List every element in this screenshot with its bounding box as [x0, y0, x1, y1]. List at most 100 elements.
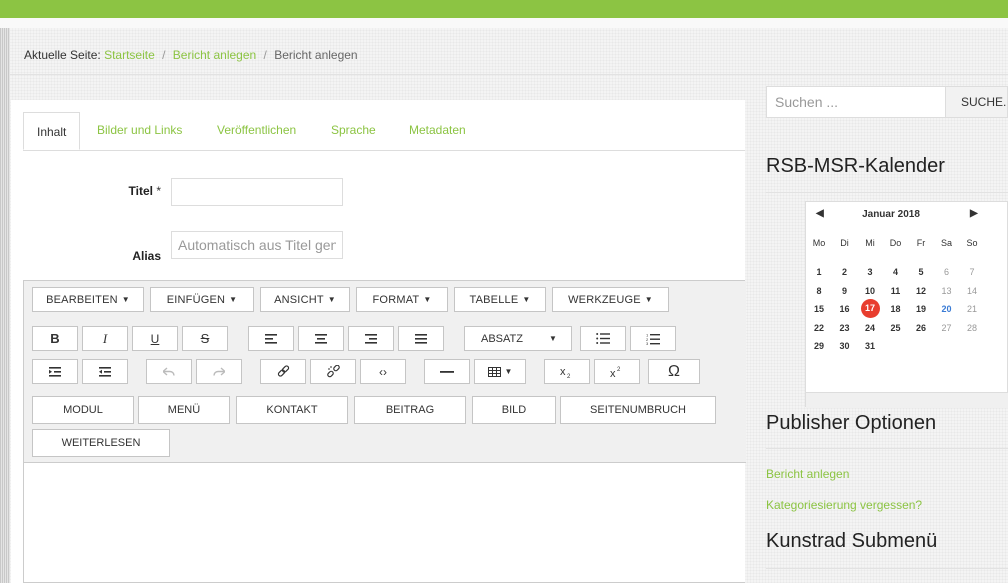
calendar-title: RSB-MSR-Kalender — [766, 155, 945, 177]
kontakt-button[interactable]: KONTAKT — [236, 396, 348, 424]
calendar-day[interactable]: 4 — [883, 267, 909, 277]
undo-icon[interactable] — [146, 359, 192, 384]
breadcrumb-link-home[interactable]: Startseite — [104, 48, 155, 62]
calendar-day[interactable]: 11 — [883, 286, 909, 296]
menu-format[interactable]: FORMAT ▼ — [356, 287, 448, 312]
calendar-day[interactable]: 7 — [959, 267, 985, 277]
caret-down-icon: ▼ — [423, 295, 432, 304]
alias-input[interactable] — [171, 231, 343, 259]
left-border — [0, 28, 10, 583]
link-icon[interactable] — [260, 359, 306, 384]
title-input[interactable] — [171, 178, 343, 206]
underline-icon[interactable]: U — [132, 326, 178, 351]
tab-sprache[interactable]: Sprache — [331, 123, 376, 137]
calendar-day[interactable]: 6 — [934, 267, 960, 277]
calendar-day[interactable]: 2 — [832, 267, 858, 277]
seitenumbruch-button[interactable]: SEITENUMBRUCH — [560, 396, 716, 424]
calendar-day[interactable]: 24 — [857, 323, 883, 333]
menu-bearbeiten[interactable]: BEARBEITEN ▼ — [32, 287, 144, 312]
top-accent-bar — [0, 0, 1008, 18]
svg-text:x: x — [610, 368, 616, 378]
next-month-icon[interactable]: ▶ — [970, 208, 978, 219]
align-right-icon[interactable] — [348, 326, 394, 351]
calendar-day[interactable]: 27 — [934, 323, 960, 333]
unlink-icon[interactable] — [310, 359, 356, 384]
tab-inhalt[interactable]: Inhalt — [23, 112, 81, 150]
caret-down-icon: ▼ — [229, 295, 238, 304]
beitrag-button[interactable]: BEITRAG — [354, 396, 466, 424]
calendar-day[interactable]: 31 — [857, 341, 883, 351]
align-left-icon[interactable] — [248, 326, 294, 351]
calendar-day[interactable]: 15 — [806, 304, 832, 314]
calendar-day[interactable]: 21 — [959, 304, 985, 314]
tab-metadaten[interactable]: Metadaten — [409, 123, 466, 137]
tab-veroeffentlichen[interactable]: Veröffentlichen — [217, 123, 296, 137]
bild-button[interactable]: BILD — [472, 396, 556, 424]
search-input[interactable] — [766, 86, 946, 118]
menu-label: BEARBEITEN — [46, 293, 118, 306]
search-button[interactable]: SUCHE... — [945, 86, 1008, 118]
align-justify-icon[interactable] — [398, 326, 444, 351]
calendar-day[interactable]: 5 — [908, 267, 934, 277]
publisher-title: Publisher Optionen — [766, 412, 937, 434]
menu-label: FORMAT — [372, 293, 420, 306]
calendar-day[interactable]: 20 — [934, 304, 960, 314]
calendar-day[interactable]: 28 — [959, 323, 985, 333]
tab-bilder-und-links[interactable]: Bilder und Links — [97, 123, 182, 137]
menu-ansicht[interactable]: ANSICHT ▼ — [260, 287, 350, 312]
calendar-day[interactable]: 23 — [832, 323, 858, 333]
calendar-day[interactable]: 19 — [908, 304, 934, 314]
strikethrough-icon[interactable]: S — [182, 326, 228, 351]
link-bericht-anlegen[interactable]: Bericht anlegen — [766, 467, 849, 481]
calendar-day[interactable]: 30 — [832, 341, 858, 351]
superscript-icon[interactable]: x2 — [594, 359, 640, 384]
calendar-day[interactable]: 16 — [832, 304, 858, 314]
menu-einfuegen[interactable]: EINFÜGEN ▼ — [150, 287, 254, 312]
calendar-day[interactable]: 25 — [883, 323, 909, 333]
subscript-icon[interactable]: x2 — [544, 359, 590, 384]
weekday-label: Do — [889, 238, 902, 248]
omega-icon[interactable]: Ω — [648, 359, 700, 384]
indent-icon[interactable] — [82, 359, 128, 384]
table-icon[interactable]: ▼ — [474, 359, 526, 384]
horizontal-rule-icon[interactable] — [424, 359, 470, 384]
code-icon[interactable]: ‹› — [360, 359, 406, 384]
numbered-list-icon[interactable]: 123 — [630, 326, 676, 351]
calendar: ◀ Januar 2018 ▶ Mo Di Mi Do Fr Sa So 1 2 3 4 5 6 7 8 9 1… — [805, 201, 1008, 408]
breadcrumb-link-report[interactable]: Bericht anlegen — [173, 48, 256, 62]
bold-icon[interactable]: B — [32, 326, 78, 351]
modul-button[interactable]: MODUL — [32, 396, 134, 424]
calendar-day[interactable]: 22 — [806, 323, 832, 333]
svg-text:3: 3 — [646, 341, 649, 345]
calendar-day[interactable]: 10 — [857, 286, 883, 296]
calendar-day[interactable]: 13 — [934, 286, 960, 296]
calendar-day[interactable]: 14 — [959, 286, 985, 296]
editor-content-area[interactable] — [24, 463, 746, 583]
tab-bar: Inhalt Bilder und Links Veröffentlichen … — [23, 112, 745, 151]
calendar-day[interactable]: 9 — [832, 286, 858, 296]
calendar-day[interactable]: 8 — [806, 286, 832, 296]
redo-icon[interactable] — [196, 359, 242, 384]
calendar-day[interactable]: 18 — [883, 304, 909, 314]
link-kategoriesierung[interactable]: Kategoriesierung vergessen? — [766, 498, 922, 512]
menu-label: ANSICHT — [274, 293, 324, 306]
calendar-day[interactable]: 26 — [908, 323, 934, 333]
outdent-icon[interactable] — [32, 359, 78, 384]
menu-tabelle[interactable]: TABELLE ▼ — [454, 287, 546, 312]
calendar-day[interactable]: 29 — [806, 341, 832, 351]
align-center-icon[interactable] — [298, 326, 344, 351]
menu-werkzeuge[interactable]: WERKZEUGE ▼ — [552, 287, 669, 312]
caret-down-icon: ▼ — [548, 334, 557, 343]
calendar-day[interactable]: 1 — [806, 267, 832, 277]
divider — [766, 192, 1008, 193]
calendar-day-today[interactable]: 17 — [860, 299, 880, 318]
calendar-day[interactable]: 3 — [857, 267, 883, 277]
submenu-title: Kunstrad Submenü — [766, 530, 938, 552]
italic-icon[interactable]: I — [82, 326, 128, 351]
calendar-day[interactable]: 12 — [908, 286, 934, 296]
bullet-list-icon[interactable] — [580, 326, 626, 351]
weiterlesen-button[interactable]: WEITERLESEN — [32, 429, 170, 457]
breadcrumb-separator: / — [162, 48, 166, 62]
format-select[interactable]: ABSATZ ▼ — [464, 326, 572, 351]
menu-button[interactable]: MENÜ — [138, 396, 230, 424]
